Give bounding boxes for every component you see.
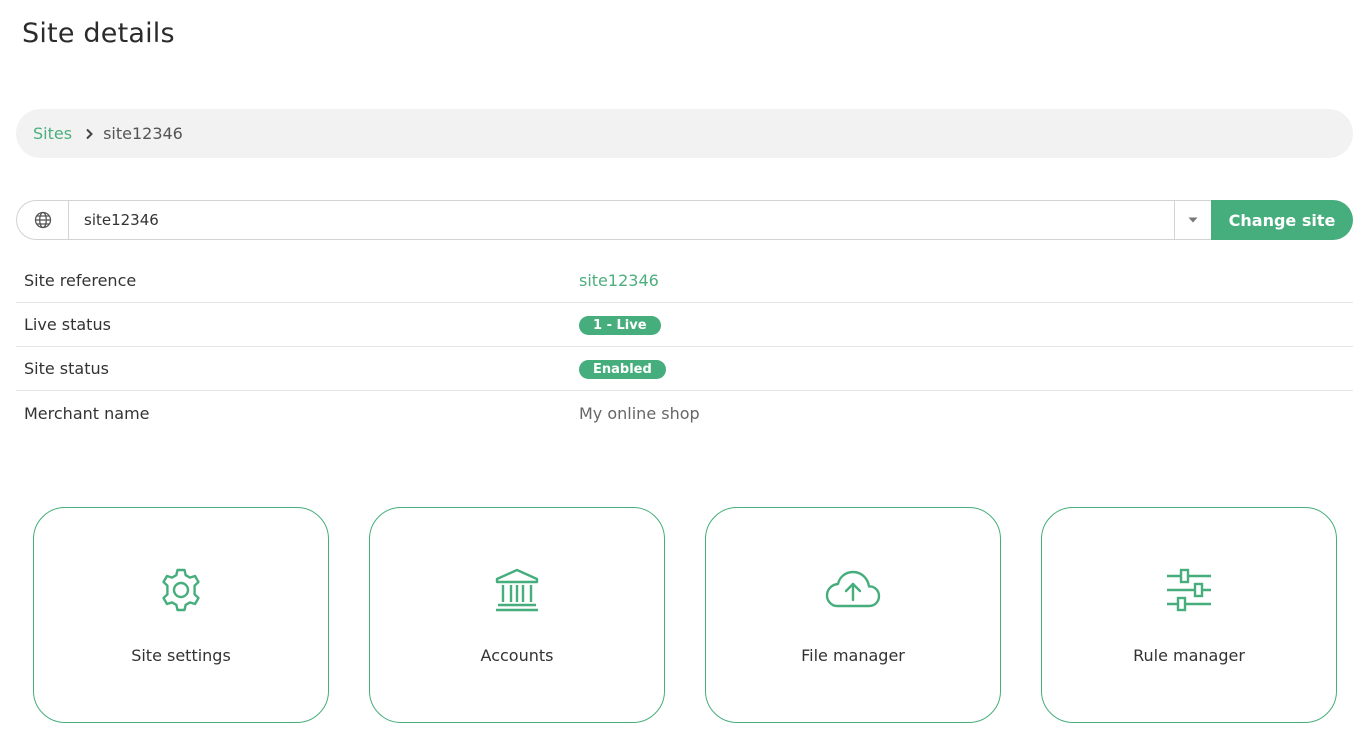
site-reference-link[interactable]: site12346 bbox=[579, 271, 659, 290]
live-status-badge: 1 - Live bbox=[579, 316, 661, 335]
caret-down-icon[interactable] bbox=[1174, 201, 1211, 239]
detail-row-merchant-name: Merchant name My online shop bbox=[16, 391, 1353, 435]
tile-label: Accounts bbox=[480, 646, 554, 665]
file-manager-tile[interactable]: File manager bbox=[705, 507, 1001, 723]
merchant-name-value: My online shop bbox=[579, 403, 700, 423]
site-settings-tile[interactable]: Site settings bbox=[33, 507, 329, 723]
accounts-tile[interactable]: Accounts bbox=[369, 507, 665, 723]
tile-label: Site settings bbox=[131, 646, 231, 665]
cloud-upload-icon bbox=[823, 566, 883, 614]
detail-row-site-reference: Site reference site12346 bbox=[16, 259, 1353, 303]
tile-grid: Site settings Accounts File manager Rule… bbox=[33, 507, 1337, 723]
page-title: Site details bbox=[22, 18, 175, 49]
site-picker: site12346 Change site bbox=[16, 200, 1353, 240]
site-select-value[interactable]: site12346 bbox=[69, 201, 1174, 239]
detail-row-site-status: Site status Enabled bbox=[16, 347, 1353, 391]
change-site-button[interactable]: Change site bbox=[1211, 200, 1353, 240]
sliders-icon bbox=[1165, 566, 1213, 614]
tile-label: Rule manager bbox=[1133, 646, 1245, 665]
breadcrumb-link-sites[interactable]: Sites bbox=[33, 124, 72, 143]
rule-manager-tile[interactable]: Rule manager bbox=[1041, 507, 1337, 723]
detail-label: Site reference bbox=[24, 271, 137, 290]
breadcrumb-current: site12346 bbox=[103, 124, 183, 143]
site-select[interactable]: site12346 bbox=[16, 200, 1211, 240]
detail-label: Live status bbox=[24, 315, 111, 334]
breadcrumb: Sites site12346 bbox=[16, 109, 1353, 158]
detail-label: Merchant name bbox=[24, 403, 150, 423]
site-details-table: Site reference site12346 Live status 1 -… bbox=[16, 259, 1353, 435]
site-status-badge: Enabled bbox=[579, 360, 666, 379]
globe-icon bbox=[17, 201, 69, 239]
detail-row-live-status: Live status 1 - Live bbox=[16, 303, 1353, 347]
chevron-right-icon bbox=[85, 128, 93, 140]
tile-label: File manager bbox=[801, 646, 905, 665]
detail-label: Site status bbox=[24, 359, 109, 378]
gear-icon bbox=[157, 566, 205, 614]
bank-icon bbox=[493, 566, 541, 614]
